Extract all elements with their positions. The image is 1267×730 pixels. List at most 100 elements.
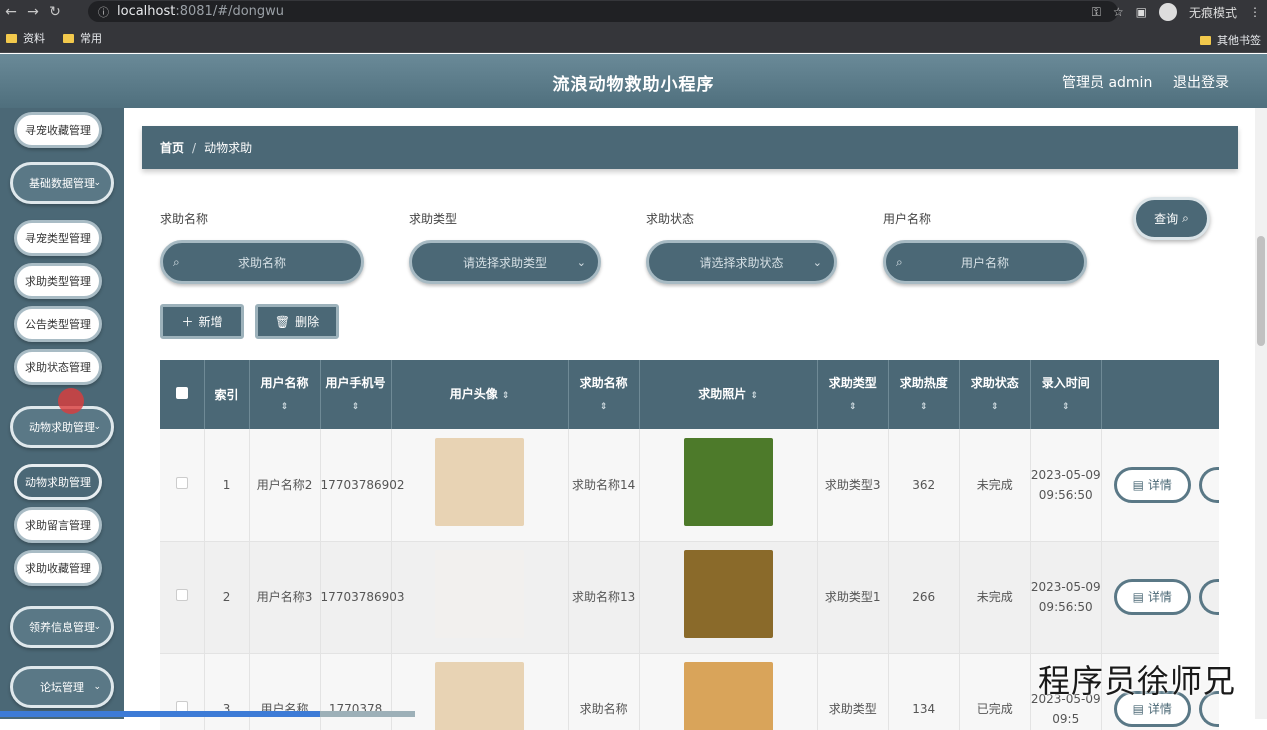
sidebar-item[interactable]: 公告类型管理: [14, 306, 102, 342]
table-header-row: 索引 用户名称 ⇕ 用户手机号 ⇕ 用户头像 ⇕ 求助名称 ⇕ 求助照片 ⇕ 求助类…: [160, 360, 1219, 429]
sidebar-item-label: 动物求助管理: [29, 421, 95, 434]
cell-phone: 17703786903: [320, 541, 405, 654]
bookmark-folder[interactable]: 常用: [63, 30, 102, 46]
profile-label[interactable]: 无痕模式: [1189, 4, 1237, 21]
reload-icon[interactable]: ↻: [44, 4, 66, 20]
bookmark-folder[interactable]: 资料: [6, 30, 45, 46]
select-all-checkbox[interactable]: [160, 360, 205, 429]
site-info-icon[interactable]: ⓘ: [98, 4, 109, 20]
sidebar-item[interactable]: 求助类型管理: [14, 263, 102, 299]
filter-label-help-status: 求助状态: [646, 212, 695, 226]
filter-label-help-name: 求助名称: [160, 212, 209, 226]
back-icon[interactable]: ←: [0, 4, 22, 20]
col-header-index: 索引: [204, 360, 250, 429]
sidebar-item-label: 论坛管理: [40, 681, 84, 694]
trash-icon: 🗑: [274, 314, 291, 329]
sidebar-item-label: 领养信息管理: [29, 621, 95, 634]
app-header: 流浪动物救助小程序 管理员 admin 退出登录: [0, 54, 1267, 108]
star-icon[interactable]: ☆: [1113, 5, 1124, 19]
sidebar-item[interactable]: 求助留言管理: [14, 507, 102, 543]
help-status-select[interactable]: 请选择求助状态 ⌄: [646, 240, 837, 284]
mouse-cursor: [58, 388, 84, 414]
chevron-down-icon: ⌄: [93, 178, 101, 188]
edit-button[interactable]: [1198, 579, 1219, 616]
cell-index: 1: [204, 429, 250, 542]
sidebar-group[interactable]: 基础数据管理 ⌄: [10, 162, 114, 204]
sidebar-item[interactable]: 求助收藏管理: [14, 550, 102, 586]
scrollbar-thumb[interactable]: [1257, 236, 1265, 346]
row-checkbox[interactable]: [160, 541, 205, 654]
col-header-time[interactable]: 录入时间 ⇕: [1030, 360, 1102, 429]
col-header-status[interactable]: 求助状态 ⇕: [959, 360, 1031, 429]
search-icon: ⌕: [1182, 211, 1189, 225]
cell-time: 2023-05-09 09:56:50: [1030, 541, 1102, 654]
profile-avatar[interactable]: [1158, 3, 1177, 21]
col-header-heat[interactable]: 求助热度 ⇕: [888, 360, 960, 429]
document-icon: ▤: [1132, 477, 1145, 492]
sidebar-item[interactable]: 寻宠收藏管理: [14, 112, 102, 148]
bookmarks-bar: 资料 常用 其他书签: [0, 24, 1267, 53]
col-header-help-photo[interactable]: 求助照片 ⇕: [639, 360, 818, 429]
key-icon[interactable]: ⚿: [1092, 5, 1101, 20]
cell-help-photo: [639, 429, 818, 542]
other-bookmarks[interactable]: 其他书签: [1200, 32, 1261, 48]
breadcrumb-home[interactable]: 首页: [160, 139, 184, 156]
sidebar-group[interactable]: 论坛管理 ⌄: [10, 666, 114, 708]
address-bar[interactable]: ⓘ localhost :8081/#/dongwu: [88, 1, 1118, 22]
sidepanel-icon[interactable]: ▣: [1136, 5, 1147, 19]
cell-user-name: 用户名称: [249, 653, 321, 730]
breadcrumb: 首页 / 动物求助: [142, 126, 1238, 169]
user-name-input[interactable]: ⌕ 用户名称: [883, 240, 1087, 284]
row-checkbox[interactable]: [160, 429, 205, 542]
video-progress-fill: [0, 711, 320, 717]
filter-label-user-name: 用户名称: [883, 212, 932, 226]
col-header-help-name[interactable]: 求助名称 ⇕: [568, 360, 640, 429]
col-header-phone[interactable]: 用户手机号 ⇕: [320, 360, 392, 429]
detail-button[interactable]: ▤ 详情: [1113, 578, 1191, 615]
col-header-user-name[interactable]: 用户名称 ⇕: [249, 360, 321, 429]
sidebar-item-label: 寻宠收藏管理: [25, 124, 91, 137]
video-progress-bar[interactable]: [0, 711, 415, 717]
cell-index: 2: [204, 541, 250, 654]
add-button[interactable]: ＋ 新增: [160, 304, 244, 339]
edit-button[interactable]: [1198, 467, 1219, 503]
sidebar-group[interactable]: 领养信息管理 ⌄: [10, 606, 114, 648]
cell-status: 未完成: [959, 429, 1031, 542]
search-icon: ⌕: [896, 254, 903, 269]
cell-help-type: 求助类型3: [817, 429, 889, 542]
cell-help-photo: [639, 653, 818, 730]
cell-help-type: 求助类型1: [817, 541, 889, 654]
document-icon: ▤: [1132, 701, 1145, 716]
chevron-down-icon: ⌄: [576, 255, 586, 269]
cell-phone: 1770378: [320, 653, 392, 730]
url-host: localhost: [117, 4, 176, 19]
help-name-input[interactable]: ⌕ 求助名称: [160, 240, 364, 284]
col-header-avatar[interactable]: 用户头像 ⇕: [391, 360, 569, 429]
animal-photo: [683, 662, 773, 730]
sort-icon: ⇕: [501, 390, 510, 401]
cell-heat: 362: [888, 429, 960, 542]
logout-link[interactable]: 退出登录: [1173, 72, 1229, 92]
cell-status: 未完成: [959, 541, 1031, 654]
query-button[interactable]: 查询 ⌕: [1133, 197, 1210, 240]
sort-icon: ⇕: [599, 401, 608, 412]
menu-icon[interactable]: ⋮: [1249, 5, 1261, 19]
breadcrumb-separator: /: [192, 140, 197, 155]
col-header-help-type[interactable]: 求助类型 ⇕: [817, 360, 889, 429]
sort-icon: ⇕: [280, 401, 289, 412]
sidebar-item[interactable]: 寻宠类型管理: [14, 220, 102, 256]
page-scrollbar[interactable]: [1255, 108, 1267, 719]
delete-button[interactable]: 🗑 删除: [255, 304, 339, 339]
detail-button[interactable]: ▤ 详情: [1113, 466, 1191, 503]
sidebar-group[interactable]: 动物求助管理 ⌄: [10, 406, 114, 448]
watermark: 程序员徐师兄: [1038, 662, 1237, 700]
sidebar-item[interactable]: 动物求助管理: [14, 464, 102, 500]
sidebar-item[interactable]: 求助状态管理: [14, 349, 102, 385]
help-type-select[interactable]: 请选择求助类型 ⌄: [409, 240, 601, 284]
sort-icon: ⇕: [990, 401, 999, 412]
animal-photo: [683, 437, 773, 526]
row-checkbox[interactable]: [160, 653, 205, 730]
forward-icon[interactable]: →: [22, 4, 44, 20]
cell-help-name: 求助名称13: [568, 541, 640, 654]
table-row: 2 用户名称3 17703786903 求助名称13 求助类型1 266 未完成 2023-0…: [160, 541, 1219, 654]
